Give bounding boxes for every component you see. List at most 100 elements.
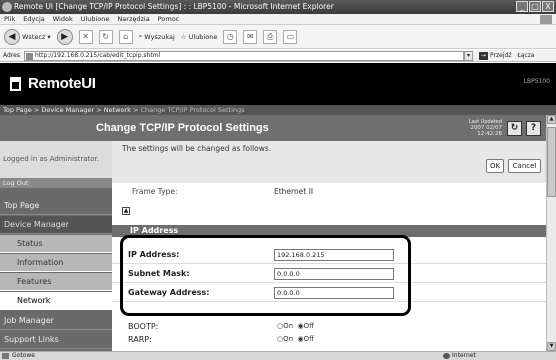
search-button[interactable]: ⌕ Wyszukaj [139,32,175,41]
login-status: Logged in as Administrator. [0,141,112,178]
forward-button[interactable]: ▶ [56,28,73,45]
frame-type-value: Ethernet II [274,187,314,196]
refresh-button[interactable]: ↻ [507,121,522,136]
bootp-on-radio[interactable]: ○On [277,322,293,330]
breadcrumb-current: Change TCP/IP Protocol Settings [140,106,245,114]
favorites-button[interactable]: ☆ Ulubione [181,33,218,41]
model-name: LBP5100 [523,78,550,85]
menu-favorites[interactable]: Ulubione [81,14,110,24]
app-name: RemoteUI [28,75,96,92]
scroll-down-icon[interactable]: ▼ [547,342,556,351]
bootp-off-label: Off [303,322,314,330]
browser-toolbar: ◀ Wstecz ▾ ▶ ✕ ↻ ⌂ ⌕ Wyszukaj ☆ Ulubione… [0,25,556,49]
breadcrumb-device-manager[interactable]: Device Manager [41,106,94,114]
search-icon: ⌕ [138,32,143,40]
page-status-icon [2,353,9,359]
address-dropdown[interactable]: ▾ [463,50,473,61]
go-label: Przejdź [489,52,512,59]
rarp-off-label: Off [303,335,314,343]
windows-flag-icon [540,15,552,24]
scroll-up-icon[interactable]: ▲ [547,115,556,124]
maximize-button[interactable]: □ [529,1,541,12]
page-icon [25,52,33,60]
ie-icon [2,2,12,12]
refresh-page-icon[interactable]: ↻ [98,29,113,44]
chevron-down-icon[interactable]: ▾ [47,33,50,41]
home-icon[interactable]: ⌂ [118,29,133,44]
scroll-thumb[interactable] [547,127,556,197]
menu-help[interactable]: Pomoc [158,14,180,24]
remoteui-header: RemoteUI LBP5100 [0,63,556,105]
go-arrow-icon: → [478,51,488,60]
bootp-row: BOOTP: ○On ◉Off [112,321,546,333]
go-button[interactable]: → Przejdź [478,51,512,60]
frame-type-label: Frame Type: [132,187,178,196]
menu-file[interactable]: Plik [4,14,15,24]
back-arrow-icon: ◀ [4,28,20,45]
menu-edit[interactable]: Edycja [23,14,44,24]
status-bar: Gotowe Internet [0,351,556,360]
sidebar-item-network[interactable]: Network [0,292,112,310]
menu-bar: Plik Edycja Widok Ulubione Narzędzia Pom… [0,14,556,25]
collapse-icon[interactable]: ▲ [122,207,130,215]
back-button[interactable]: ◀ Wstecz ▾ [4,28,51,45]
edit-icon[interactable]: ▭ [283,29,298,44]
sidebar-item-top-page[interactable]: Top Page [0,197,112,215]
sidebar-item-status[interactable]: Status [0,235,112,253]
breadcrumb-network[interactable]: Network [104,106,131,114]
menu-tools[interactable]: Narzędzia [117,14,149,24]
rarp-on-radio[interactable]: ○On [277,335,293,343]
notice-panel: The settings will be changed as follows.… [112,141,546,183]
address-input[interactable]: http://192.168.0.215/cab/edit_tcpip.shtm… [23,50,464,61]
page-title-row: Change TCP/IP Protocol Settings Last Upd… [0,115,546,141]
mail-icon[interactable]: ✉ [243,29,258,44]
back-label: Wstecz [22,32,46,41]
bootp-on-label: On [283,322,294,330]
history-icon[interactable]: ◷ [223,29,238,44]
sidebar-item-support-links[interactable]: Support Links [0,331,112,349]
rarp-on-label: On [283,335,294,343]
page-title: Change TCP/IP Protocol Settings [96,122,269,134]
window-controls: _ □ X [516,1,554,12]
close-button[interactable]: X [542,1,554,12]
window-title: Remote UI [Change TCP/IP Protocol Settin… [14,2,334,11]
rarp-label: RARP: [128,335,152,344]
last-updated-value: 2007 02/07 12:42:28 [470,125,502,137]
vertical-scrollbar[interactable]: ▲ ▼ [546,115,556,351]
star-icon: ☆ [180,32,187,41]
printer-logo-icon [10,77,21,91]
favorites-label: Ulubione [188,32,218,41]
rarp-off-radio[interactable]: ◉Off [298,335,314,343]
sidebar-item-features[interactable]: Features [0,273,112,291]
zone-text: Internet [452,352,476,359]
minimize-button[interactable]: _ [516,1,528,12]
bootp-options: ○On ◉Off [277,322,314,330]
cancel-button[interactable]: Cancel [508,159,541,173]
refresh-icon: ↻ [510,123,519,133]
address-url: http://192.168.0.215/cab/edit_tcpip.shtm… [34,51,161,59]
bootp-label: BOOTP: [128,322,159,331]
notice-message: The settings will be changed as follows. [122,144,272,153]
window-title-bar: Remote UI [Change TCP/IP Protocol Settin… [0,0,556,14]
globe-icon [443,353,450,359]
links-button[interactable]: Łącza [517,52,534,59]
search-label: Wyszukaj [144,32,175,41]
print-icon[interactable]: ⎙ [263,29,278,44]
sidebar-item-job-manager[interactable]: Job Manager [0,312,112,330]
logout-link[interactable]: Log Out [0,178,112,188]
stop-icon[interactable]: ✕ [78,29,93,44]
bootp-off-radio[interactable]: ◉Off [298,322,314,330]
sidebar: Logged in as Administrator. Log Out Top … [0,141,112,351]
address-label: Adres [3,52,20,59]
rarp-row: RARP: ○On ◉Off [112,334,546,346]
rarp-options: ○On ◉Off [277,335,314,343]
highlight-callout [120,235,411,316]
breadcrumb-top-page[interactable]: Top Page [3,106,32,114]
menu-view[interactable]: Widok [53,14,73,24]
status-text: Gotowe [12,352,35,359]
ok-button[interactable]: OK [486,159,504,173]
last-updated: Last Updated 2007 02/07 12:42:28 [444,119,502,137]
sidebar-item-information[interactable]: Information [0,254,112,272]
sidebar-item-device-manager[interactable]: Device Manager [0,216,112,234]
help-button[interactable]: ? [526,121,541,136]
